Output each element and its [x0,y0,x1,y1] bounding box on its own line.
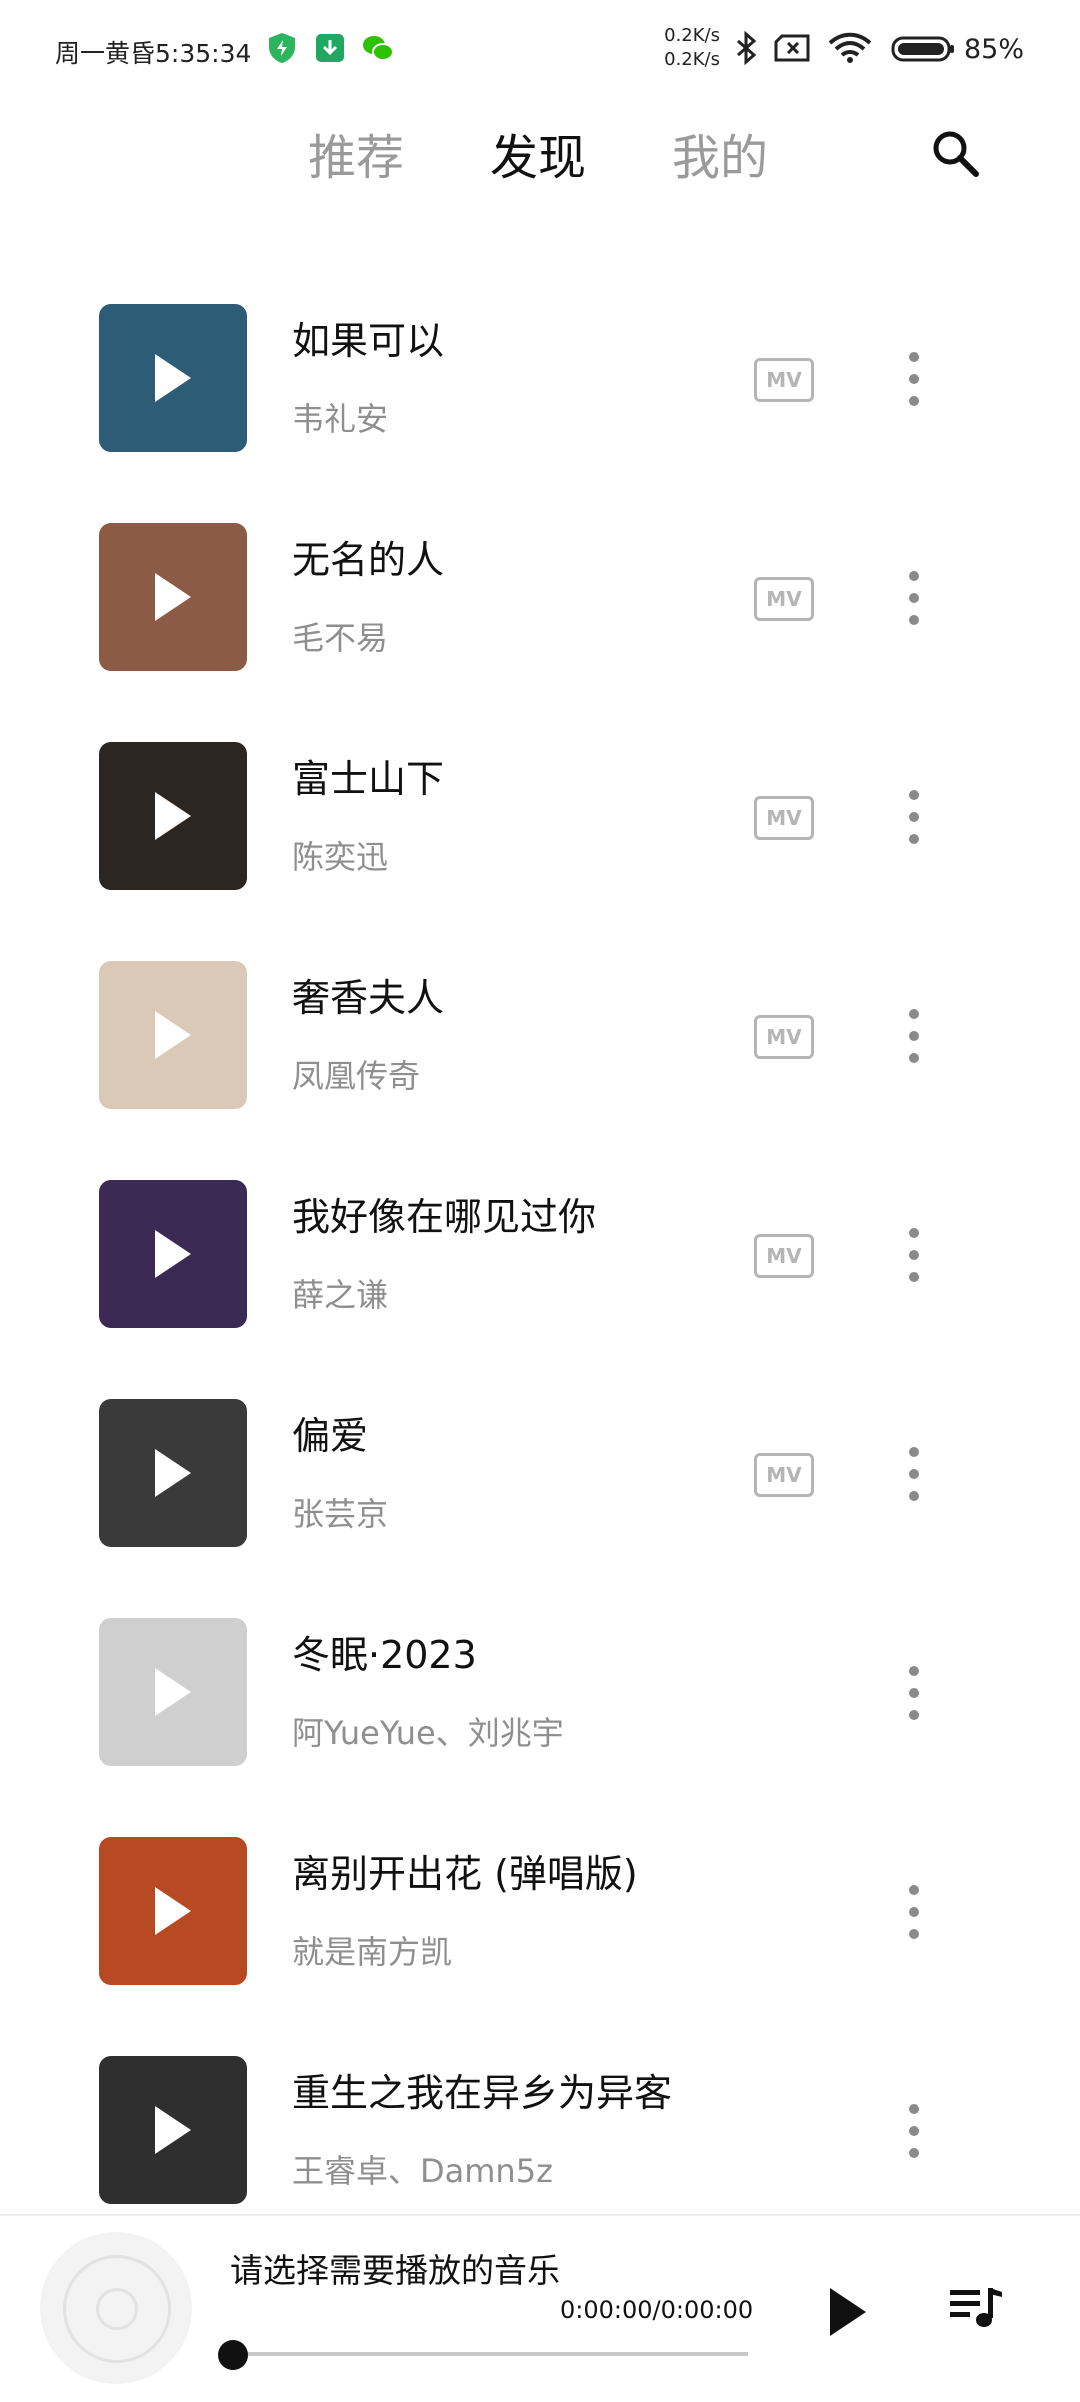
mini-player: 请选择需要播放的音乐 0:00:00/0:00:00 [0,2214,1080,2402]
more-options-icon[interactable] [900,1885,928,1939]
player-title: 请选择需要播放的音乐 [230,2251,560,2290]
mv-icon[interactable]: MV [754,1234,814,1278]
network-speed: 0.2K/s 0.2K/s [650,24,720,72]
song-artist: 就是南方凯 [292,1933,453,1971]
song-row[interactable]: 我好像在哪见过你薛之谦 MV [0,1156,1080,1375]
top-tabs: 推荐 发现 我的 [0,100,1080,200]
play-icon [155,573,191,621]
play-icon [155,1887,191,1935]
player-time: 0:00:00/0:00:00 [560,2296,754,2324]
play-icon [155,1449,191,1497]
tab-recommend[interactable]: 推荐 [308,118,404,188]
shield-icon [269,33,295,63]
mv-icon[interactable]: MV [754,1015,814,1059]
song-artist: 张芸京 [292,1495,389,1533]
song-row[interactable]: 富士山下陈奕迅 MV [0,718,1080,937]
album-cover[interactable] [99,523,247,671]
play-icon [155,792,191,840]
battery-icon [891,36,954,62]
album-cover[interactable] [99,1399,247,1547]
album-cover[interactable] [99,1837,247,1985]
more-options-icon[interactable] [900,352,928,406]
song-title: 如果可以 [292,319,445,363]
song-artist: 王睿卓、Damn5z [292,2152,553,2190]
more-options-icon[interactable] [900,1009,928,1063]
album-cover[interactable] [99,304,247,452]
more-options-icon[interactable] [900,1228,928,1282]
album-cover[interactable] [99,742,247,890]
song-title: 无名的人 [292,538,445,582]
song-title: 冬眠·2023 [292,1633,477,1677]
song-row[interactable]: 离别开出花 (弹唱版) 就是南方凯 [0,1813,1080,2032]
bluetooth-icon [737,30,757,66]
play-icon [155,354,191,402]
wechat-icon [363,36,394,61]
search-icon[interactable] [928,126,984,182]
play-icon[interactable] [830,2288,866,2336]
play-icon [155,1011,191,1059]
tab-discover[interactable]: 发现 [490,118,586,188]
more-options-icon[interactable] [900,571,928,625]
play-icon [155,1668,191,1716]
play-icon [155,1230,191,1278]
song-artist: 陈奕迅 [292,838,389,876]
play-icon [155,2106,191,2154]
download-icon [316,34,344,62]
net-down: 0.2K/s [664,49,720,70]
battery-level: 85% [964,34,1025,65]
wifi-icon [828,32,872,63]
song-title: 离别开出花 (弹唱版) [292,1852,638,1896]
song-artist: 毛不易 [292,619,389,657]
mv-icon[interactable]: MV [754,796,814,840]
song-artist: 薛之谦 [292,1276,389,1314]
mv-icon[interactable]: MV [754,358,814,402]
song-row[interactable]: 奢香夫人凤凰传奇 MV [0,937,1080,1156]
status-time: 周一黄昏5:35:34 [55,39,252,68]
song-title: 重生之我在异乡为异客 [292,2071,673,2115]
more-options-icon[interactable] [900,790,928,844]
album-disc-placeholder[interactable] [40,2232,192,2384]
song-artist: 阿YueYue、刘兆宇 [292,1714,564,1752]
more-options-icon[interactable] [900,2104,928,2158]
sim-error-icon [774,34,810,62]
album-cover[interactable] [99,961,247,1109]
song-row[interactable]: 如果可以韦礼安 MV [0,280,1080,499]
song-title: 偏爱 [292,1414,369,1458]
song-artist: 韦礼安 [292,400,389,438]
song-title: 富士山下 [292,757,445,801]
net-up: 0.2K/s [664,25,720,46]
mv-icon[interactable]: MV [754,1453,814,1497]
song-row[interactable]: 冬眠·2023 阿YueYue、刘兆宇 [0,1594,1080,1813]
progress-knob[interactable] [218,2340,248,2370]
more-options-icon[interactable] [900,1666,928,1720]
album-cover[interactable] [99,2056,247,2204]
song-row[interactable]: 偏爱张芸京 MV [0,1375,1080,1594]
more-options-icon[interactable] [900,1447,928,1501]
song-artist: 凤凰传奇 [292,1057,421,1095]
progress-bar[interactable] [236,2352,748,2356]
playlist-icon[interactable] [948,2284,1004,2332]
song-row[interactable]: 无名的人毛不易 MV [0,499,1080,718]
tab-mine[interactable]: 我的 [672,118,768,188]
album-cover[interactable] [99,1180,247,1328]
song-title: 我好像在哪见过你 [292,1195,597,1239]
album-cover[interactable] [99,1618,247,1766]
song-title: 奢香夫人 [292,976,445,1020]
status-bar: 周一黄昏5:35:34 0.2K/s 0.2K/s 85% [0,0,1080,100]
mv-icon[interactable]: MV [754,577,814,621]
